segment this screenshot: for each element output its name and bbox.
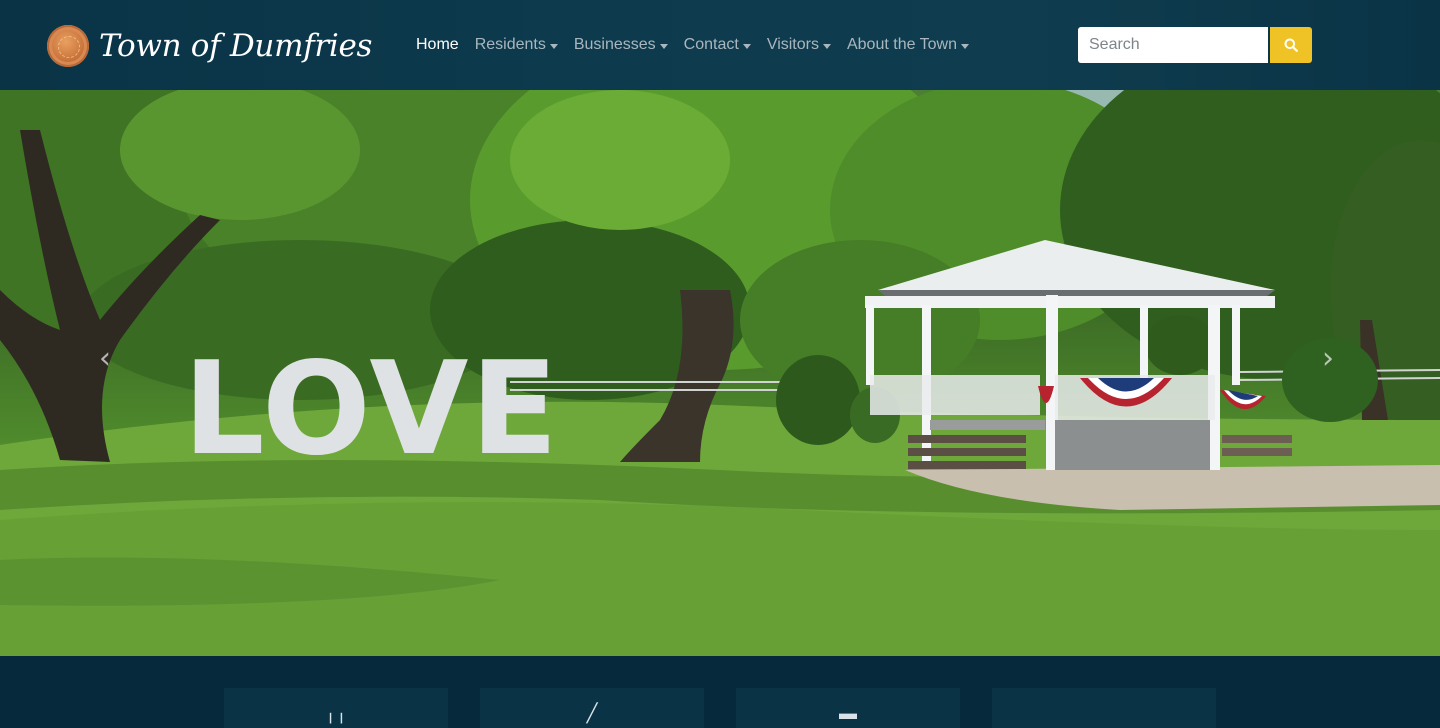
nav-item-label: Contact xyxy=(683,36,739,53)
caret-down-icon xyxy=(961,43,969,49)
nav-item-label: Visitors xyxy=(766,36,819,53)
town-seal-icon xyxy=(47,25,89,67)
nav-item-home[interactable]: Home xyxy=(416,36,459,54)
brand-link[interactable]: Town of Dumfries xyxy=(47,24,372,68)
feature-card[interactable]: ▬ xyxy=(736,688,960,728)
nav-item-contact[interactable]: Contact xyxy=(684,36,751,54)
nav-item-label: Residents xyxy=(474,36,546,53)
caret-down-icon xyxy=(822,43,831,49)
carousel-prev-button[interactable]: ‹ xyxy=(90,338,120,378)
card-icon-2: ╱ xyxy=(586,703,598,723)
feature-card[interactable] xyxy=(992,688,1216,728)
nav-item-visitors[interactable]: Visitors xyxy=(767,36,831,54)
search-input[interactable] xyxy=(1078,27,1268,63)
card-icon-3: ▬ xyxy=(839,703,857,723)
main-nav: Home Residents Businesses Contact Visito… xyxy=(416,34,985,56)
caret-down-icon xyxy=(659,43,668,49)
feature-card[interactable]: ╷╷ xyxy=(224,688,448,728)
nav-item-label: About the Town xyxy=(846,36,957,53)
nav-item-about-the-town[interactable]: About the Town xyxy=(847,36,969,54)
search-button[interactable] xyxy=(1270,27,1312,63)
nav-item-businesses[interactable]: Businesses xyxy=(574,36,668,54)
love-sign: LOVE xyxy=(183,335,560,484)
chevron-right-icon: › xyxy=(1322,340,1334,376)
chevron-left-icon: ‹ xyxy=(99,340,111,376)
carousel-next-button[interactable]: › xyxy=(1313,338,1343,378)
hero-carousel: LOVE ‹ › xyxy=(0,90,1440,656)
site-header: Town of Dumfries Home Residents Business… xyxy=(0,0,1440,90)
caret-down-icon xyxy=(742,43,751,49)
feature-band: ╷╷ ╱ ▬ xyxy=(0,656,1440,728)
feature-card[interactable]: ╱ xyxy=(480,688,704,728)
card-icon-1: ╷╷ xyxy=(325,703,347,723)
brand-title: Town of Dumfries xyxy=(99,28,373,64)
caret-down-icon xyxy=(549,43,558,49)
nav-item-residents[interactable]: Residents xyxy=(475,36,558,54)
nav-item-label: Businesses xyxy=(573,36,656,53)
nav-item-label: Home xyxy=(416,36,459,53)
search-icon xyxy=(1284,38,1298,52)
